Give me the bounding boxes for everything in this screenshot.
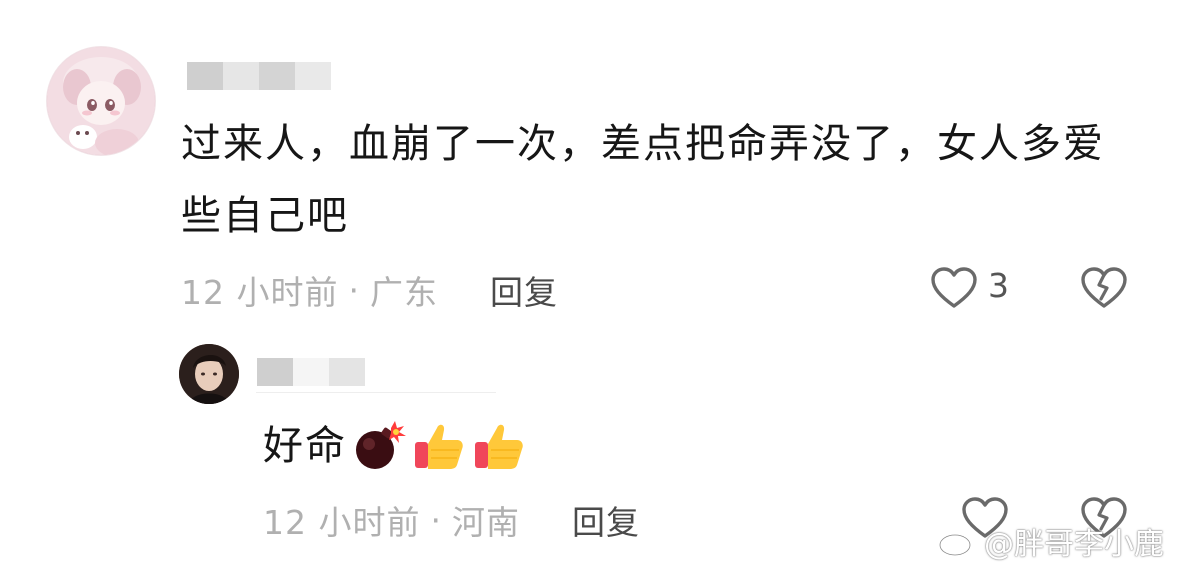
reply-content: 好命 [263,418,527,474]
replier-avatar[interactable] [179,344,239,404]
like-count: 3 [988,266,1009,305]
meta-separator: · [348,270,360,310]
broken-heart-icon [1081,267,1127,308]
comment-location: 广东 [369,273,438,312]
reply-location: 河南 [451,503,520,542]
weibo-icon [938,529,976,557]
thumbs-up-icon [411,418,467,474]
watermark-text: @胖哥李小鹿 [984,527,1164,562]
thumbs-up-icon [471,418,527,474]
portrait-avatar-image [179,344,239,404]
comment-text: 过来人，血崩了一次，差点把命弄没了，女人多爱些自己吧 [181,121,1105,239]
heart-outline-icon [931,267,977,308]
reply-time: 12 小时前 [263,503,421,542]
reply-button[interactable]: 回复 [490,266,558,314]
commenter-avatar[interactable] [46,46,156,156]
comment-time: 12 小时前 [181,273,339,312]
like-button[interactable] [930,266,978,310]
watermark: @胖哥李小鹿 [938,519,1164,563]
anime-girl-avatar-image [47,47,155,155]
reply-meta: 12 小时前 · 河南 回复 [263,496,640,544]
meta-separator: · [430,500,442,540]
reply-text: 好命 [263,423,347,469]
name-divider [256,392,496,393]
dislike-button[interactable] [1080,266,1128,310]
commenter-name-masked[interactable] [187,62,331,90]
comment-meta: 12 小时前 · 广东 回复 [181,266,558,314]
bomb-icon [351,418,407,474]
replier-name-masked[interactable] [257,358,365,386]
reply-button[interactable]: 回复 [572,496,640,544]
